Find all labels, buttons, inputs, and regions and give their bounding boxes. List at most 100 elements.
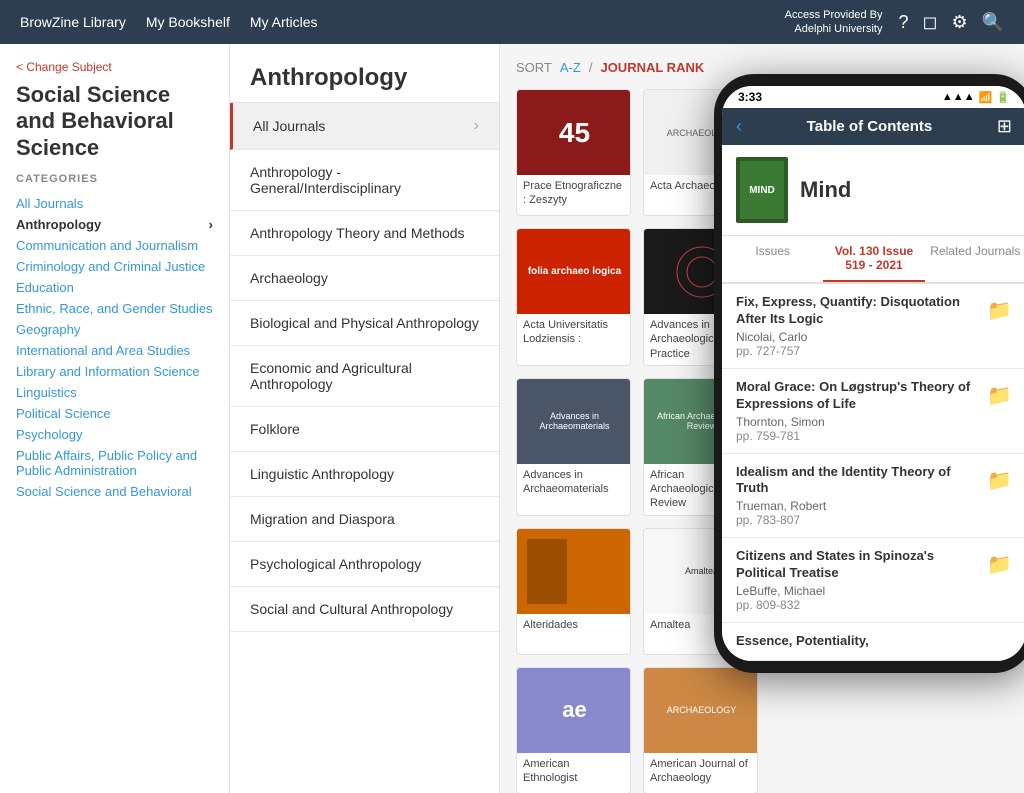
top-nav: BrowZine Library My Bookshelf My Article… xyxy=(0,0,1024,44)
journal-card-2[interactable]: folia archaeo logica Acta Universitatis … xyxy=(516,228,631,366)
sidebar-item-criminology[interactable]: Criminology and Criminal Justice xyxy=(16,256,213,277)
journal-cover-8: ae xyxy=(517,668,631,753)
middle-item-general[interactable]: Anthropology - General/Interdisciplinary xyxy=(230,150,499,211)
sidebar-item-all-journals[interactable]: All Journals xyxy=(16,193,213,214)
tab-volume[interactable]: Vol. 130 Issue 519 - 2021 xyxy=(823,236,924,282)
nav-browzine-library[interactable]: BrowZine Library xyxy=(20,14,126,30)
middle-panel: Anthropology All Journals › Anthropology… xyxy=(230,44,500,793)
article-author-1: Thornton, Simon xyxy=(736,415,979,429)
journal-title-9: American Journal of Archaeology xyxy=(644,753,757,793)
article-author-3: LeBuffe, Michael xyxy=(736,584,979,598)
access-info: Access Provided By Adelphi University xyxy=(785,8,883,37)
sidebar-item-social-science[interactable]: Social Science and Behavioral xyxy=(16,481,213,502)
sidebar-item-anthropology[interactable]: Anthropology › xyxy=(16,214,213,235)
tab-related[interactable]: Related Journals xyxy=(925,236,1024,282)
phone-status-icons: ▲▲▲ 📶 🔋 xyxy=(942,91,1010,104)
journal-title-4: Advances in Archaeomaterials xyxy=(517,464,630,504)
sidebar-item-education[interactable]: Education xyxy=(16,277,213,298)
journal-card-4[interactable]: Advances in Archaeomaterials Advances in… xyxy=(516,378,631,516)
sidebar-item-library[interactable]: Library and Information Science xyxy=(16,361,213,382)
toc-article-4[interactable]: Essence, Potentiality, xyxy=(722,623,1024,661)
middle-item-economic[interactable]: Economic and Agricultural Anthropology xyxy=(230,346,499,407)
middle-item-arrow: › xyxy=(474,117,479,135)
middle-item-psychological[interactable]: Psychological Anthropology xyxy=(230,542,499,587)
phone-status-bar: 3:33 ▲▲▲ 📶 🔋 xyxy=(722,86,1024,108)
sidebar-arrow-icon: › xyxy=(209,217,213,232)
wifi-icon: 📶 xyxy=(979,91,993,104)
toc-articles: Fix, Express, Quantify: Disquotation Aft… xyxy=(722,284,1024,661)
article-author-2: Trueman, Robert xyxy=(736,499,979,513)
nav-my-bookshelf[interactable]: My Bookshelf xyxy=(146,14,230,30)
journal-preview-title: Mind xyxy=(800,177,851,203)
article-save-icon-1[interactable]: 📁 xyxy=(987,383,1012,408)
journal-cover-0: 45 xyxy=(517,90,631,175)
access-line1: Access Provided By xyxy=(785,8,883,22)
middle-item-migration[interactable]: Migration and Diaspora xyxy=(230,497,499,542)
toc-article-0[interactable]: Fix, Express, Quantify: Disquotation Aft… xyxy=(722,284,1024,369)
journal-card-9[interactable]: ARCHAEOLOGY American Journal of Archaeol… xyxy=(643,667,758,793)
journal-card-6[interactable]: Alteridades xyxy=(516,528,631,655)
toc-article-3[interactable]: Citizens and States in Spinoza's Politic… xyxy=(722,538,1024,623)
article-title-4: Essence, Potentiality, xyxy=(736,633,1012,650)
sidebar-item-linguistics[interactable]: Linguistics xyxy=(16,382,213,403)
cover-label: MIND xyxy=(749,185,775,196)
journal-card-8[interactable]: ae American Ethnologist xyxy=(516,667,631,793)
settings-icon[interactable]: ⚙ xyxy=(951,12,967,33)
phone-screen: 3:33 ▲▲▲ 📶 🔋 ‹ Table of Contents ⊞ xyxy=(722,86,1024,661)
middle-item-linguistic[interactable]: Linguistic Anthropology xyxy=(230,452,499,497)
left-sidebar: Change Subject Social Science and Behavi… xyxy=(0,44,230,793)
search-icon[interactable]: 🔍 xyxy=(982,12,1004,33)
middle-item-all-journals[interactable]: All Journals › xyxy=(230,103,499,150)
subject-title: Social Science and Behavioral Science xyxy=(16,82,213,161)
main-layout: Change Subject Social Science and Behavi… xyxy=(0,44,1024,793)
sidebar-item-political[interactable]: Political Science xyxy=(16,403,213,424)
toc-header: ‹ Table of Contents ⊞ xyxy=(722,108,1024,145)
article-save-icon-3[interactable]: 📁 xyxy=(987,552,1012,577)
tab-issues[interactable]: Issues xyxy=(722,236,823,282)
journal-cover-2: folia archaeo logica xyxy=(517,229,631,314)
article-title-1: Moral Grace: On Løgstrup's Theory of Exp… xyxy=(736,379,979,413)
middle-panel-title: Anthropology xyxy=(230,44,499,103)
sidebar-item-ethnic[interactable]: Ethnic, Race, and Gender Studies xyxy=(16,298,213,319)
mobile-icon[interactable]: ◻ xyxy=(922,12,937,33)
toc-title: Table of Contents xyxy=(807,118,933,135)
article-title-3: Citizens and States in Spinoza's Politic… xyxy=(736,548,979,582)
sidebar-item-comm-journalism[interactable]: Communication and Journalism xyxy=(16,235,213,256)
sidebar-item-psychology[interactable]: Psychology xyxy=(16,424,213,445)
middle-item-folklore[interactable]: Folklore xyxy=(230,407,499,452)
toc-article-2[interactable]: Idealism and the Identity Theory of Trut… xyxy=(722,454,1024,539)
journal-title-2: Acta Universitatis Lodziensis : xyxy=(517,314,630,354)
help-icon[interactable]: ? xyxy=(898,12,908,33)
sort-rank[interactable]: JOURNAL RANK xyxy=(600,60,704,75)
phone-time: 3:33 xyxy=(738,90,762,104)
article-title-2: Idealism and the Identity Theory of Trut… xyxy=(736,464,979,498)
middle-item-theory[interactable]: Anthropology Theory and Methods xyxy=(230,211,499,256)
journal-cover-4: Advances in Archaeomaterials xyxy=(517,379,631,464)
sidebar-item-public-affairs[interactable]: Public Affairs, Public Policy and Public… xyxy=(16,445,213,481)
journal-cover-9: ARCHAEOLOGY xyxy=(644,668,758,753)
middle-item-biological[interactable]: Biological and Physical Anthropology xyxy=(230,301,499,346)
nav-my-articles[interactable]: My Articles xyxy=(250,14,318,30)
nav-icons: ? ◻ ⚙ 🔍 xyxy=(898,12,1004,33)
toc-grid-icon[interactable]: ⊞ xyxy=(997,116,1012,137)
journal-title-8: American Ethnologist xyxy=(517,753,630,793)
article-save-icon-2[interactable]: 📁 xyxy=(987,468,1012,493)
sort-az[interactable]: A-Z xyxy=(560,60,581,75)
phone-overlay: 3:33 ▲▲▲ 📶 🔋 ‹ Table of Contents ⊞ xyxy=(714,74,1024,673)
sidebar-item-international[interactable]: International and Area Studies xyxy=(16,340,213,361)
sidebar-item-geography[interactable]: Geography xyxy=(16,319,213,340)
nav-links: BrowZine Library My Bookshelf My Article… xyxy=(20,14,785,30)
access-line2: Adelphi University xyxy=(785,22,883,36)
phone-tabs: Issues Vol. 130 Issue 519 - 2021 Related… xyxy=(722,236,1024,284)
journal-card-0[interactable]: 45 Prace Etnograficzne : Zeszyty xyxy=(516,89,631,216)
toc-article-1[interactable]: Moral Grace: On Løgstrup's Theory of Exp… xyxy=(722,369,1024,454)
categories-label: CATEGORIES xyxy=(16,173,213,185)
change-subject-link[interactable]: Change Subject xyxy=(16,60,213,74)
article-save-icon-0[interactable]: 📁 xyxy=(987,298,1012,323)
journal-cover-6 xyxy=(517,529,631,614)
journal-cover-inner: MIND xyxy=(740,161,784,219)
middle-item-social-cultural[interactable]: Social and Cultural Anthropology xyxy=(230,587,499,632)
middle-item-archaeology[interactable]: Archaeology xyxy=(230,256,499,301)
back-button[interactable]: ‹ xyxy=(736,116,742,137)
sort-sep: / xyxy=(589,60,593,75)
